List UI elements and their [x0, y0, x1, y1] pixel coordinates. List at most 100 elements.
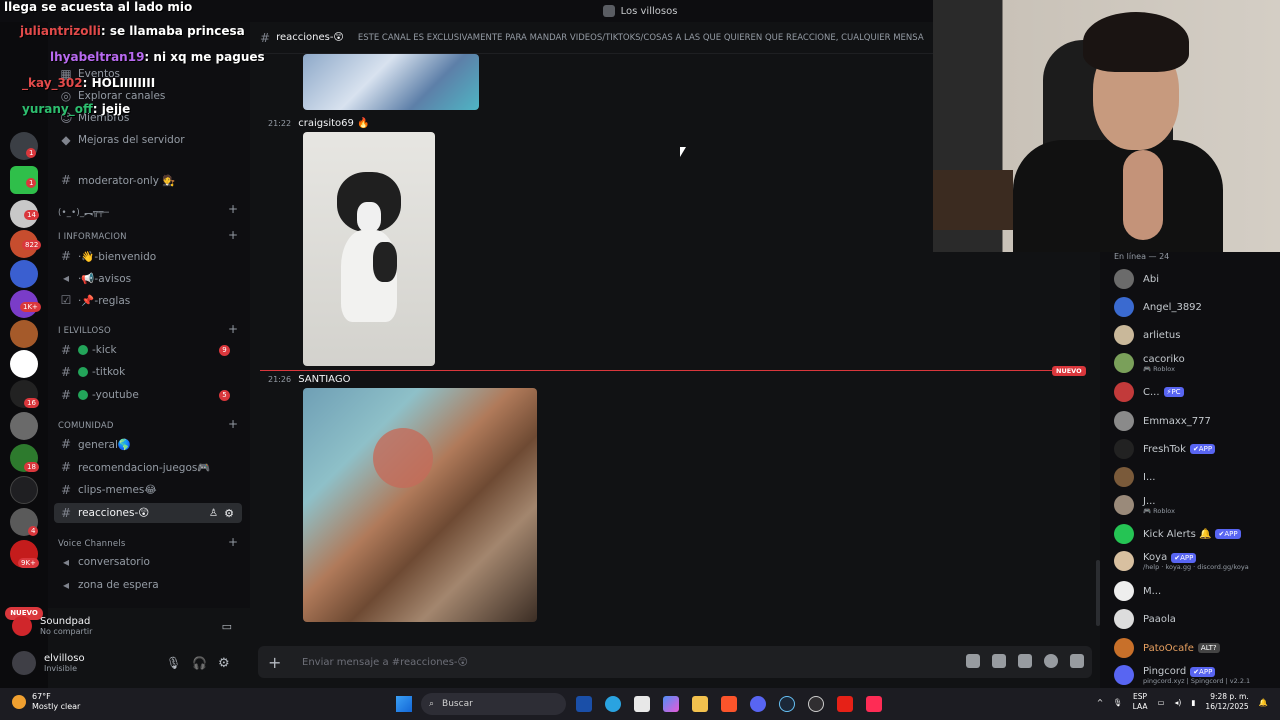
webcam-hands	[1123, 150, 1163, 240]
store-icon[interactable]	[634, 696, 650, 712]
folder-icon[interactable]	[692, 696, 708, 712]
channel-recomendacion-juegos[interactable]: # recomendacion-juegos🎮	[54, 457, 242, 477]
member-item[interactable]: Abi	[1114, 266, 1280, 292]
input-language[interactable]: ESP	[1133, 692, 1148, 702]
volume-icon[interactable]: ◂)	[1175, 698, 1182, 707]
message-input[interactable]	[302, 656, 902, 668]
channel-kick[interactable]: # -kick 9	[54, 340, 242, 360]
app-tag: ✔APP	[1190, 666, 1216, 677]
member-item[interactable]: C... ⚡PC	[1114, 379, 1280, 405]
hash-icon: #	[60, 365, 72, 379]
channel-reglas[interactable]: ☑ ·📌-reglas	[54, 290, 242, 310]
member-item[interactable]: Kick Alerts 🔔 ✔APP	[1114, 521, 1280, 547]
member-item[interactable]: I...	[1114, 464, 1280, 490]
mic-tray-icon[interactable]: 🎙	[1113, 698, 1123, 707]
headphones-icon[interactable]: 🎧	[192, 656, 207, 670]
member-item[interactable]: Paaola	[1114, 606, 1280, 632]
server-icon[interactable]	[10, 350, 38, 378]
server-icon[interactable]	[10, 476, 38, 504]
brave-icon[interactable]	[721, 696, 737, 712]
member-item[interactable]: FreshTok ✔APP	[1114, 436, 1280, 462]
weather-widget[interactable]: 67°F Mostly clear	[12, 692, 80, 712]
discord-app: Los villosos 1 1 14 822 1K+ 16 18 4 9K+ …	[0, 0, 1280, 688]
app-icon[interactable]	[576, 696, 592, 712]
emoji-icon[interactable]	[1044, 654, 1058, 668]
gif-icon[interactable]	[992, 654, 1006, 668]
attach-plus-icon[interactable]: +	[268, 653, 288, 672]
channel-avisos[interactable]: ◂ ·📢-avisos	[54, 268, 242, 288]
apps-icon[interactable]	[1070, 654, 1084, 668]
windows-start-icon[interactable]	[396, 696, 412, 712]
category-label[interactable]: I elvilloso	[58, 326, 111, 336]
network-icon[interactable]: ▭	[1157, 698, 1164, 707]
sticker-icon[interactable]	[1018, 654, 1032, 668]
member-item[interactable]: Pingcord ✔APP pingcord.xyz | Spingcord | v…	[1114, 662, 1280, 688]
taskbar-clock[interactable]: 9:28 p. m. 16/12/2025	[1205, 692, 1248, 712]
channel-moderator-only[interactable]: # moderator-only 🧑‍⚖️	[54, 170, 242, 190]
avatar	[1114, 665, 1134, 685]
image-attachment[interactable]	[303, 388, 537, 622]
discord-taskbar-icon[interactable]	[750, 696, 766, 712]
server-icon[interactable]	[10, 412, 38, 440]
member-list-scrollbar[interactable]	[1096, 560, 1100, 626]
settings-icon[interactable]: ⚙	[224, 507, 234, 520]
add-channel-icon[interactable]: +	[228, 535, 238, 549]
gift-icon[interactable]	[966, 654, 980, 668]
member-item[interactable]: cacoriko 🎮 Roblox	[1114, 350, 1280, 376]
stream-chat-message: lhyabeltran19: ni xq me pagues	[50, 50, 265, 64]
channel-topic[interactable]: ESTE CANAL ES EXCLUSIVAMENTE PARA MANDAR…	[358, 33, 924, 43]
message-author[interactable]: SANTIAGO	[298, 374, 350, 385]
image-attachment[interactable]	[303, 54, 479, 110]
category-label[interactable]: (•_•)_︻╦╤─	[58, 206, 109, 218]
channel-youtube[interactable]: # -youtube 5	[54, 385, 242, 405]
server-icon[interactable]	[10, 320, 38, 348]
tiktok-icon[interactable]	[866, 696, 882, 712]
member-item[interactable]: Angel_3892	[1114, 294, 1280, 320]
microphone-icon[interactable]: 🎙	[166, 656, 181, 670]
member-item[interactable]: PatoOcafe ALT?	[1114, 635, 1280, 661]
channel-clips-memes[interactable]: # clips-memes😂	[54, 480, 242, 500]
copilot-icon[interactable]	[663, 696, 679, 712]
add-channel-icon[interactable]: +	[228, 417, 238, 431]
channel-reacciones[interactable]: # reacciones-😲 ⚙ ♙	[54, 503, 242, 523]
message-author[interactable]: craigsito69 🔥	[298, 118, 369, 129]
channel-tiktok[interactable]: # -titkok	[54, 362, 242, 382]
voice-channel-zona-de-espera[interactable]: ◂ zona de espera	[54, 575, 242, 595]
obs-icon[interactable]	[808, 696, 824, 712]
soundpad-activity[interactable]: Soundpad No compartir ▭	[6, 608, 240, 644]
steam-icon[interactable]	[779, 696, 795, 712]
notification-bell-icon[interactable]: 🔔	[1259, 698, 1268, 707]
edge-icon[interactable]	[605, 696, 621, 712]
server-icon[interactable]	[10, 260, 38, 288]
menu-server-boosts[interactable]: ◆ Mejoras del servidor	[54, 130, 242, 150]
member-item[interactable]: arlietus	[1114, 322, 1280, 348]
avatar	[1114, 297, 1134, 317]
add-channel-icon[interactable]: +	[228, 322, 238, 336]
member-item[interactable]: J... 🎮 Roblox	[1114, 492, 1280, 518]
system-tray: ^ 🎙 ESP LAA ▭ ◂) ▮ 9:28 p. m. 16/12/2025…	[1097, 692, 1268, 712]
battery-icon[interactable]: ▮	[1191, 698, 1195, 707]
youtube-icon[interactable]	[837, 696, 853, 712]
member-item[interactable]: M...	[1114, 578, 1280, 604]
channel-bienvenido[interactable]: # ·👋-bienvenido	[54, 246, 242, 266]
category-label[interactable]: I INFORMACION	[58, 232, 127, 242]
category-label[interactable]: COMUNIDAD	[58, 421, 114, 431]
hash-icon: #	[60, 343, 72, 357]
unread-badge: 9K+	[18, 558, 39, 568]
image-attachment[interactable]	[303, 132, 435, 366]
username: elvilloso	[44, 653, 85, 664]
member-item[interactable]: Emmaxx_777	[1114, 408, 1280, 434]
member-item[interactable]: Koya ✔APP/help · koya.gg · discord.gg/koy…	[1114, 548, 1280, 574]
taskbar-search[interactable]: ⌕ Buscar	[421, 693, 566, 715]
gear-icon[interactable]: ⚙	[218, 656, 230, 671]
screen-share-icon[interactable]: ▭	[222, 620, 232, 633]
avatar[interactable]	[12, 651, 36, 675]
channel-general[interactable]: # general🌎	[54, 434, 242, 454]
add-channel-icon[interactable]: +	[228, 228, 238, 242]
add-channel-icon[interactable]: +	[228, 202, 238, 216]
chevron-up-icon[interactable]: ^	[1097, 698, 1103, 707]
app-tag: ✔APP	[1215, 529, 1241, 539]
invite-icon[interactable]: ♙	[209, 508, 218, 519]
category-label[interactable]: Voice Channels	[58, 539, 125, 549]
voice-channel-conversatorio[interactable]: ◂ conversatorio	[54, 552, 242, 572]
